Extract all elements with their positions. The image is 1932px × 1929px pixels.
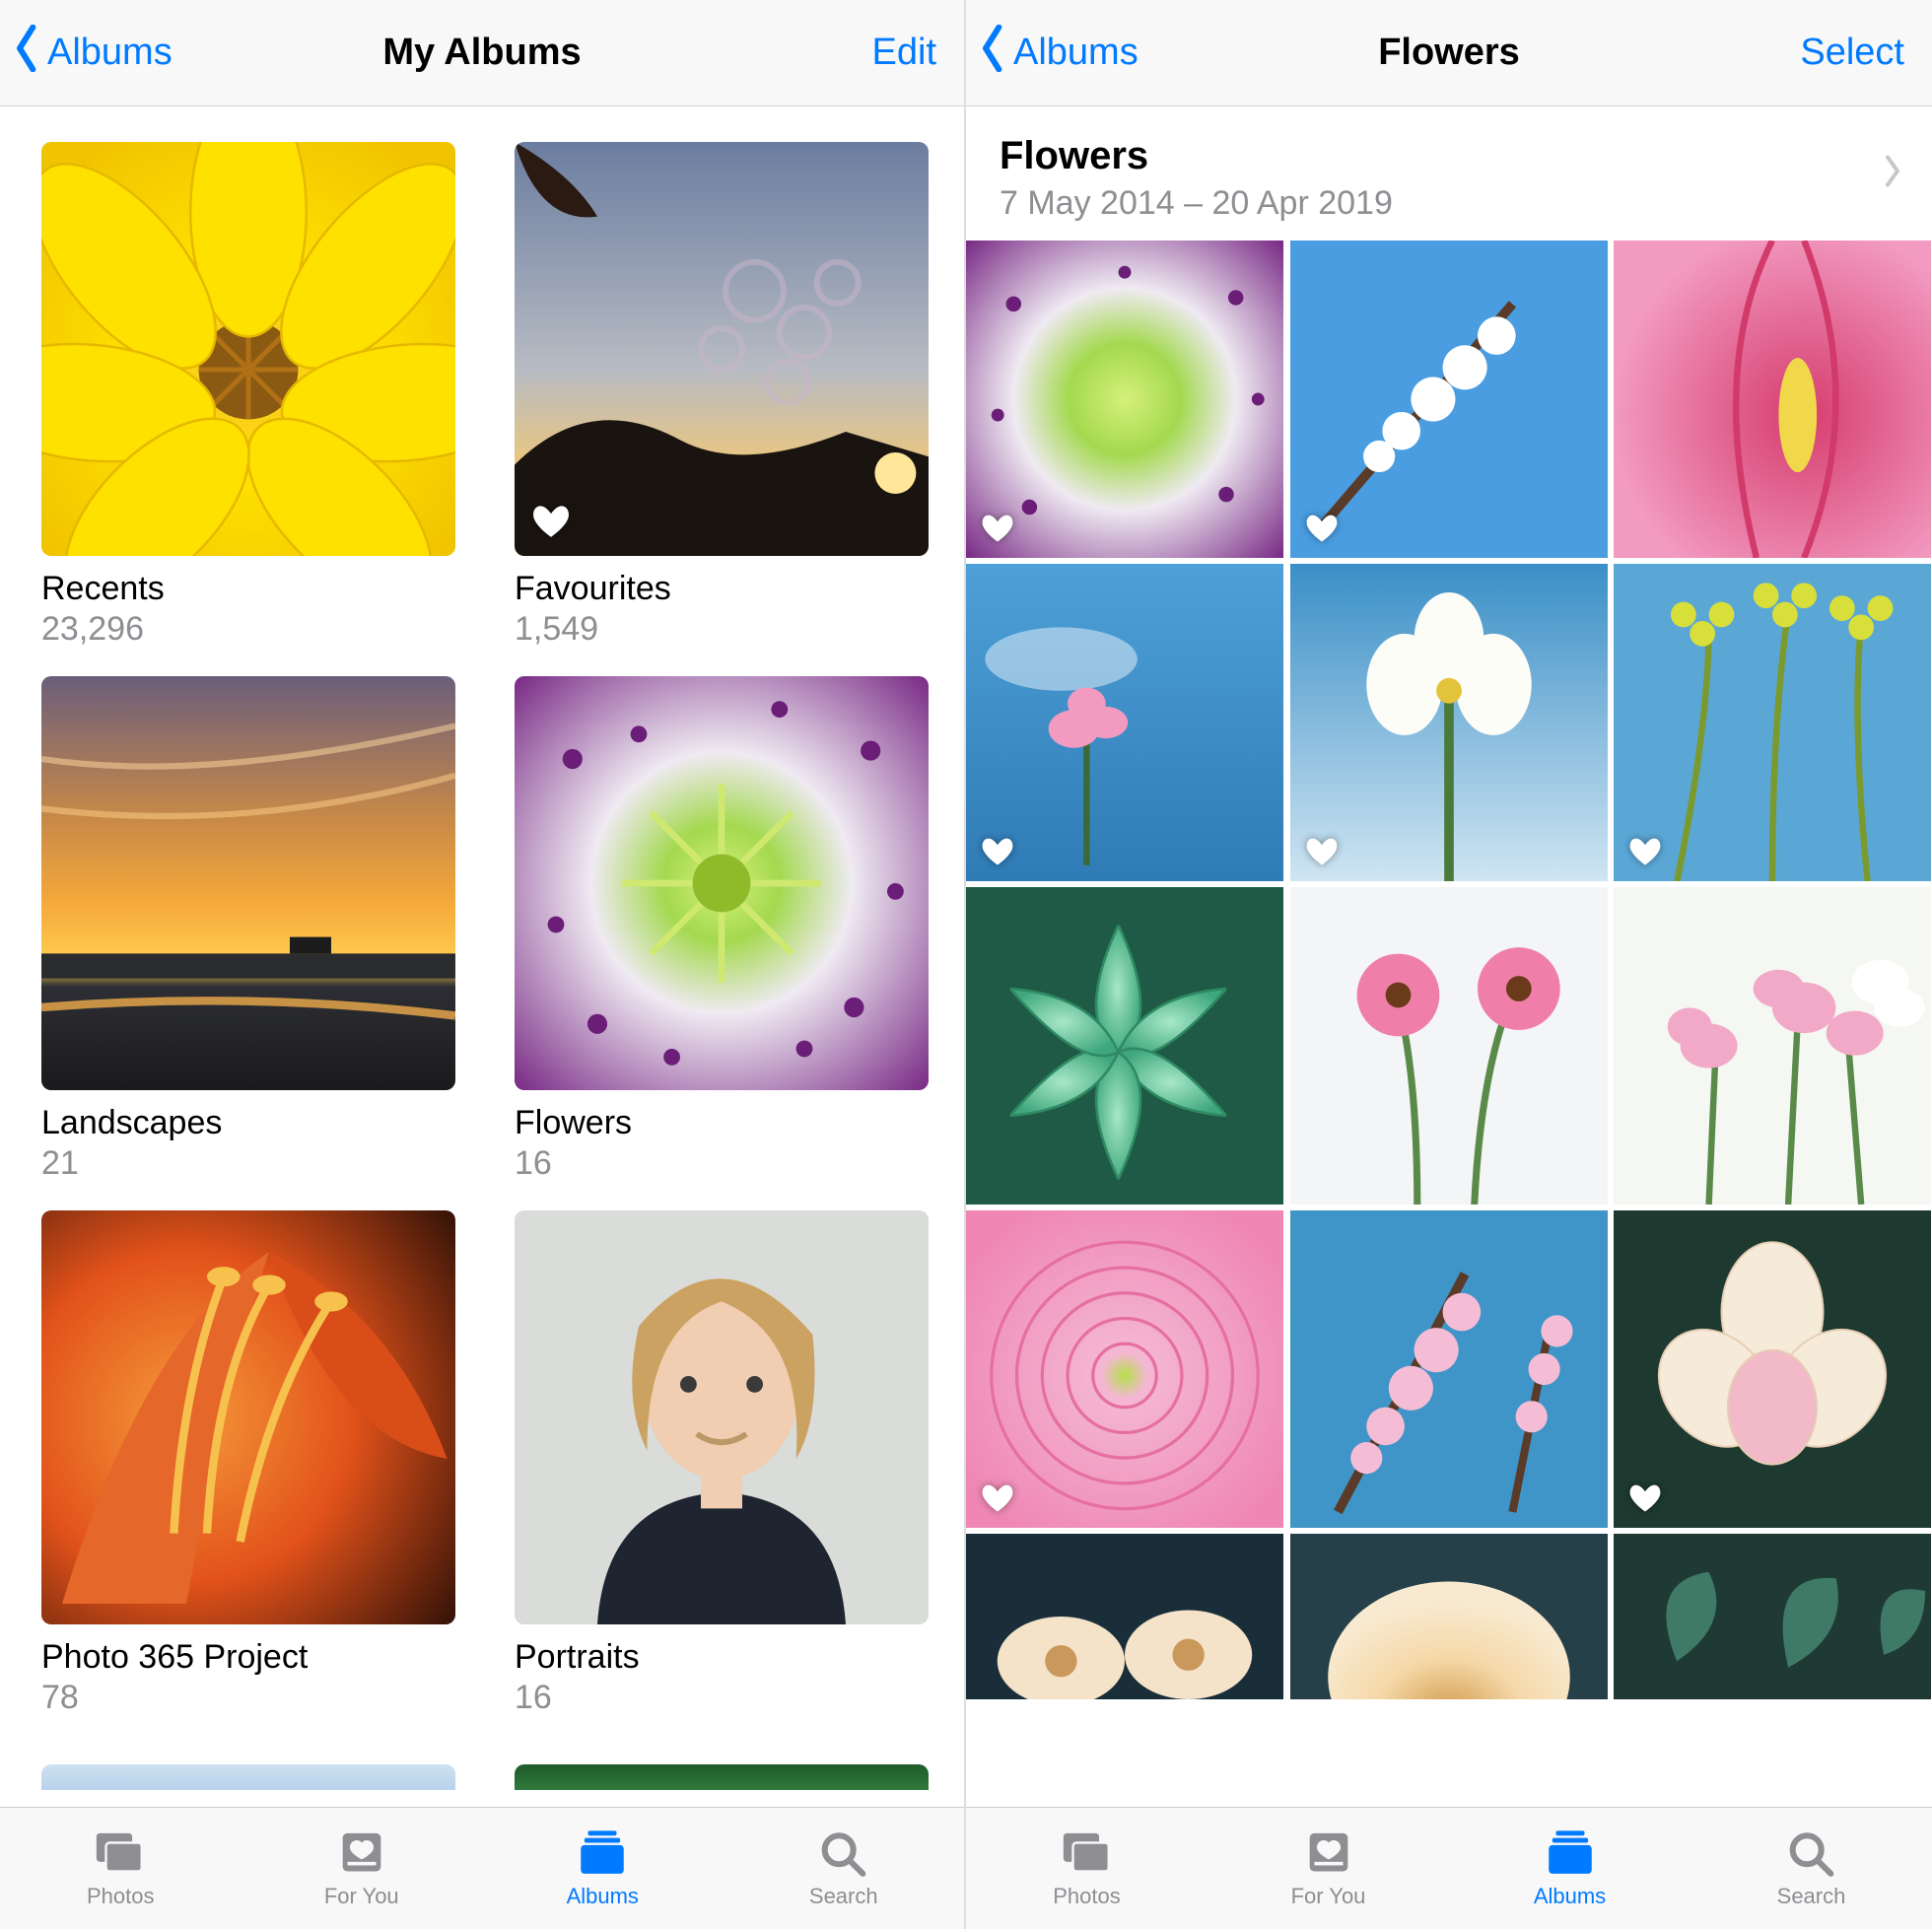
album-header-dates: 7 May 2014 – 20 Apr 2019 bbox=[1000, 184, 1898, 223]
album-count: 21 bbox=[41, 1144, 455, 1183]
heart-icon bbox=[1627, 834, 1663, 869]
heart-icon bbox=[1627, 1481, 1663, 1516]
photo-thumbnail[interactable] bbox=[1290, 1210, 1608, 1528]
album-grid: Recents 23,296 bbox=[41, 142, 923, 1790]
page-title: My Albums bbox=[382, 32, 581, 74]
album-scroll[interactable]: Flowers 7 May 2014 – 20 Apr 2019 bbox=[966, 106, 1932, 1807]
album-title: Landscapes bbox=[41, 1104, 455, 1142]
photo-thumbnail[interactable] bbox=[966, 564, 1283, 881]
album-photo365[interactable]: Photo 365 Project 78 bbox=[41, 1210, 455, 1717]
album-cover bbox=[41, 1210, 455, 1624]
heart-icon bbox=[980, 511, 1015, 546]
album-recents[interactable]: Recents 23,296 bbox=[41, 142, 455, 649]
album-peek[interactable] bbox=[41, 1764, 455, 1790]
album-count: 23,296 bbox=[41, 610, 455, 649]
album-count: 78 bbox=[41, 1679, 455, 1717]
foryou-icon bbox=[333, 1828, 390, 1878]
album-header-title: Flowers bbox=[1000, 134, 1898, 178]
tab-label: Search bbox=[809, 1884, 878, 1909]
back-label: Albums bbox=[1013, 32, 1138, 74]
album-favourites[interactable]: Favourites 1,549 bbox=[515, 142, 929, 649]
tabbar: Photos For You Albums Search bbox=[0, 1807, 964, 1929]
tab-albums[interactable]: Albums bbox=[1449, 1808, 1690, 1929]
photo-thumbnail[interactable] bbox=[1290, 241, 1608, 558]
album-title: Recents bbox=[41, 570, 455, 608]
photo-thumbnail[interactable] bbox=[1290, 1534, 1608, 1699]
search-icon bbox=[1783, 1828, 1840, 1878]
navbar: Albums My Albums Edit bbox=[0, 0, 964, 106]
album-portraits[interactable]: Portraits 16 bbox=[515, 1210, 929, 1717]
tab-label: For You bbox=[324, 1884, 399, 1909]
photo-thumbnail[interactable] bbox=[966, 1534, 1283, 1699]
album-cover bbox=[41, 676, 455, 1090]
heart-icon bbox=[980, 1481, 1015, 1516]
photo-thumbnail[interactable] bbox=[1614, 1534, 1931, 1699]
album-cover bbox=[41, 142, 455, 556]
page-title: Flowers bbox=[1378, 32, 1520, 74]
tab-label: Photos bbox=[87, 1884, 155, 1909]
album-cover bbox=[515, 676, 929, 1090]
photo-thumbnail[interactable] bbox=[1614, 241, 1931, 558]
search-icon bbox=[815, 1828, 872, 1878]
tab-photos[interactable]: Photos bbox=[0, 1808, 242, 1929]
photos-icon bbox=[1059, 1828, 1116, 1878]
tab-foryou[interactable]: For You bbox=[242, 1808, 483, 1929]
tab-photos[interactable]: Photos bbox=[966, 1808, 1208, 1929]
album-header[interactable]: Flowers 7 May 2014 – 20 Apr 2019 bbox=[966, 106, 1932, 241]
heart-icon bbox=[530, 501, 572, 542]
album-title: Portraits bbox=[515, 1638, 929, 1677]
tab-label: Albums bbox=[1534, 1884, 1606, 1909]
albums-icon bbox=[574, 1828, 631, 1878]
album-title: Flowers bbox=[515, 1104, 929, 1142]
photo-thumbnail[interactable] bbox=[1290, 564, 1608, 881]
heart-icon bbox=[1304, 834, 1340, 869]
album-count: 1,549 bbox=[515, 610, 929, 649]
back-button[interactable]: Albums bbox=[976, 25, 1138, 82]
album-title: Favourites bbox=[515, 570, 929, 608]
album-peek[interactable] bbox=[515, 1764, 929, 1790]
tab-albums[interactable]: Albums bbox=[482, 1808, 724, 1929]
tabbar: Photos For You Albums Search bbox=[966, 1807, 1932, 1929]
tab-label: Search bbox=[1777, 1884, 1846, 1909]
tab-label: Albums bbox=[567, 1884, 639, 1909]
heart-icon bbox=[1304, 511, 1340, 546]
photo-thumbnail[interactable] bbox=[1614, 1210, 1931, 1528]
photo-grid bbox=[966, 241, 1932, 1699]
photo-thumbnail[interactable] bbox=[966, 1210, 1283, 1528]
edit-button[interactable]: Edit bbox=[872, 32, 936, 74]
album-flowers[interactable]: Flowers 16 bbox=[515, 676, 929, 1183]
tab-search[interactable]: Search bbox=[724, 1808, 965, 1929]
chevron-left-icon bbox=[976, 25, 1013, 82]
pane-flowers-album: Albums Flowers Select Flowers 7 May 2014… bbox=[966, 0, 1932, 1929]
chevron-right-icon bbox=[1881, 154, 1902, 194]
albums-scroll[interactable]: Recents 23,296 bbox=[0, 106, 964, 1807]
pane-my-albums: Albums My Albums Edit bbox=[0, 0, 966, 1929]
album-landscapes[interactable]: Landscapes 21 bbox=[41, 676, 455, 1183]
tab-label: Photos bbox=[1053, 1884, 1121, 1909]
photo-thumbnail[interactable] bbox=[1290, 887, 1608, 1205]
back-label: Albums bbox=[47, 32, 172, 74]
back-button[interactable]: Albums bbox=[10, 25, 172, 82]
albums-icon bbox=[1542, 1828, 1599, 1878]
navbar: Albums Flowers Select bbox=[966, 0, 1932, 106]
photo-thumbnail[interactable] bbox=[966, 241, 1283, 558]
photos-icon bbox=[92, 1828, 149, 1878]
tab-foryou[interactable]: For You bbox=[1208, 1808, 1449, 1929]
foryou-icon bbox=[1300, 1828, 1357, 1878]
chevron-left-icon bbox=[10, 25, 47, 82]
heart-icon bbox=[980, 834, 1015, 869]
album-count: 16 bbox=[515, 1679, 929, 1717]
photo-thumbnail[interactable] bbox=[1614, 887, 1931, 1205]
tab-label: For You bbox=[1291, 1884, 1366, 1909]
album-cover bbox=[515, 1210, 929, 1624]
album-title: Photo 365 Project bbox=[41, 1638, 455, 1677]
photo-thumbnail[interactable] bbox=[1614, 564, 1931, 881]
tab-search[interactable]: Search bbox=[1690, 1808, 1932, 1929]
album-cover bbox=[515, 142, 929, 556]
photo-thumbnail[interactable] bbox=[966, 887, 1283, 1205]
album-count: 16 bbox=[515, 1144, 929, 1183]
select-button[interactable]: Select bbox=[1800, 32, 1904, 74]
